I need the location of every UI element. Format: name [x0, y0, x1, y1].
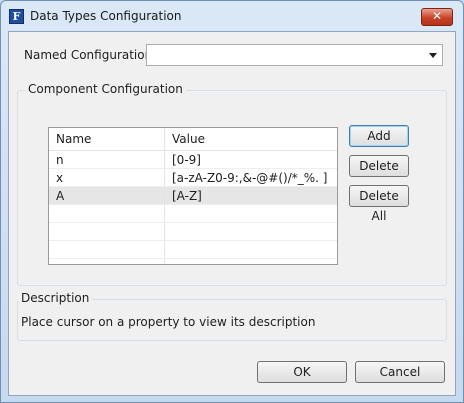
description-title: Description: [18, 291, 93, 305]
column-header-name[interactable]: Name: [49, 128, 165, 150]
table-header: Name Value: [49, 128, 337, 151]
close-icon: ✕: [431, 9, 443, 23]
row-name-cell[interactable]: A: [49, 187, 165, 204]
named-configuration-label: Named Configuration: [24, 48, 153, 62]
component-table: Name Value n [0-9] x [a-zA-Z0-9:,&-@#()/…: [48, 127, 338, 265]
table-row[interactable]: x [a-zA-Z0-9:,&-@#()/*_%. ]: [49, 169, 337, 187]
row-name-cell[interactable]: n: [49, 151, 165, 168]
app-icon: F: [9, 9, 24, 24]
empty-table-row[interactable]: [49, 205, 337, 223]
row-name-cell[interactable]: x: [49, 169, 165, 186]
component-configuration-group: Component Configuration Name Value n [0-…: [17, 82, 447, 286]
description-group: Description Place cursor on a property t…: [17, 291, 447, 341]
component-configuration-title: Component Configuration: [25, 82, 186, 96]
empty-table-row[interactable]: [49, 241, 337, 259]
title-bar[interactable]: F Data Types Configuration ✕: [1, 1, 463, 31]
chevron-down-icon: [429, 53, 437, 58]
table-row-selected[interactable]: A [A-Z]: [49, 187, 337, 205]
description-text: Place cursor on a property to view its d…: [21, 315, 316, 329]
row-value-cell[interactable]: [A-Z]: [165, 187, 337, 204]
named-configuration-dropdown[interactable]: [146, 44, 443, 66]
empty-table-row[interactable]: [49, 223, 337, 241]
delete-button[interactable]: Delete: [349, 155, 409, 177]
ok-button[interactable]: OK: [257, 361, 347, 383]
row-value-cell[interactable]: [a-zA-Z0-9:,&-@#()/*_%. ]: [165, 169, 337, 186]
window-title: Data Types Configuration: [30, 9, 182, 23]
column-header-value[interactable]: Value: [165, 128, 337, 150]
close-button[interactable]: ✕: [421, 8, 453, 26]
cancel-button[interactable]: Cancel: [355, 361, 445, 383]
row-value-cell[interactable]: [0-9]: [165, 151, 337, 168]
add-button[interactable]: Add: [349, 125, 409, 147]
delete-all-button[interactable]: Delete All: [349, 185, 409, 223]
dialog-window: F Data Types Configuration ✕ Named Confi…: [0, 0, 464, 403]
table-row[interactable]: n [0-9]: [49, 151, 337, 169]
dialog-body: Named Configuration Component Configurat…: [8, 31, 456, 396]
empty-table-row[interactable]: [49, 259, 337, 264]
